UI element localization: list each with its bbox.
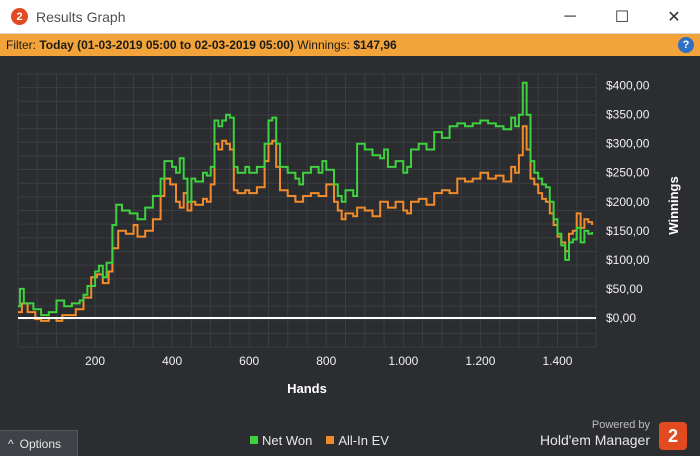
results-chart: $0,00 $50,00 $100,00 $150,00 $200,00 $250,00 $… bbox=[17, 73, 681, 396]
y-axis-label: Winnings bbox=[666, 176, 681, 234]
app-logo-icon: 2 bbox=[11, 8, 28, 25]
maximize-button[interactable]: ☐ bbox=[596, 0, 648, 34]
minimize-button[interactable]: ─ bbox=[544, 0, 596, 34]
legend-swatch-all-in-ev bbox=[326, 436, 335, 444]
window-title: Results Graph bbox=[36, 8, 126, 25]
y-tick-label: $350,00 bbox=[606, 108, 650, 122]
x-tick-label: 400 bbox=[162, 354, 182, 368]
chart-legend: Net Won All-In EV bbox=[250, 432, 389, 448]
brand-name: Hold'em Manager bbox=[539, 432, 650, 448]
options-button[interactable]: ^ Options bbox=[0, 430, 78, 456]
y-tick-label: $150,00 bbox=[606, 224, 650, 238]
winnings-label: Winnings: bbox=[297, 38, 350, 52]
brand-logo-icon: 2 bbox=[659, 422, 687, 450]
legend-swatch-net-won bbox=[250, 436, 258, 444]
y-tick-label: $200,00 bbox=[606, 195, 650, 209]
y-tick-label: $0,00 bbox=[606, 311, 636, 325]
options-label: Options bbox=[19, 436, 61, 451]
legend-item-all-in-ev: All-In EV bbox=[326, 433, 389, 448]
legend-item-net-won: Net Won bbox=[250, 433, 312, 448]
filter-label: Filter: bbox=[6, 38, 36, 52]
help-icon[interactable]: ? bbox=[678, 37, 694, 53]
x-tick-label: 800 bbox=[316, 354, 336, 368]
x-axis-label: Hands bbox=[287, 381, 327, 396]
y-tick-label: $100,00 bbox=[606, 253, 650, 267]
close-button[interactable]: ✕ bbox=[648, 0, 700, 34]
filter-value[interactable]: Today (01-03-2019 05:00 to 02-03-2019 05… bbox=[39, 38, 294, 52]
legend-label-all-in-ev: All-In EV bbox=[338, 432, 389, 448]
chevron-up-icon: ^ bbox=[8, 436, 14, 451]
y-tick-label: $300,00 bbox=[606, 137, 650, 151]
x-tick-label: 1.400 bbox=[542, 354, 572, 368]
powered-by-text: Powered by bbox=[591, 419, 650, 431]
x-tick-label: 1.200 bbox=[465, 354, 495, 368]
graph-area: $0,00 $50,00 $100,00 $150,00 $200,00 $250,00 $… bbox=[0, 56, 700, 456]
y-tick-label: $400,00 bbox=[606, 79, 650, 93]
x-tick-label: 200 bbox=[85, 354, 105, 368]
legend-label-net-won: Net Won bbox=[262, 432, 313, 448]
winnings-value: $147,96 bbox=[353, 38, 397, 52]
x-tick-label: 600 bbox=[239, 354, 259, 368]
y-tick-label: $50,00 bbox=[606, 282, 643, 296]
filter-bar: Filter: Today (01-03-2019 05:00 to 02-03… bbox=[0, 34, 700, 56]
x-tick-label: 1.000 bbox=[388, 354, 418, 368]
window-controls: ─ ☐ ✕ bbox=[544, 0, 700, 34]
y-tick-label: $250,00 bbox=[606, 166, 650, 180]
title-bar: 2 Results Graph ─ ☐ ✕ bbox=[0, 0, 700, 34]
